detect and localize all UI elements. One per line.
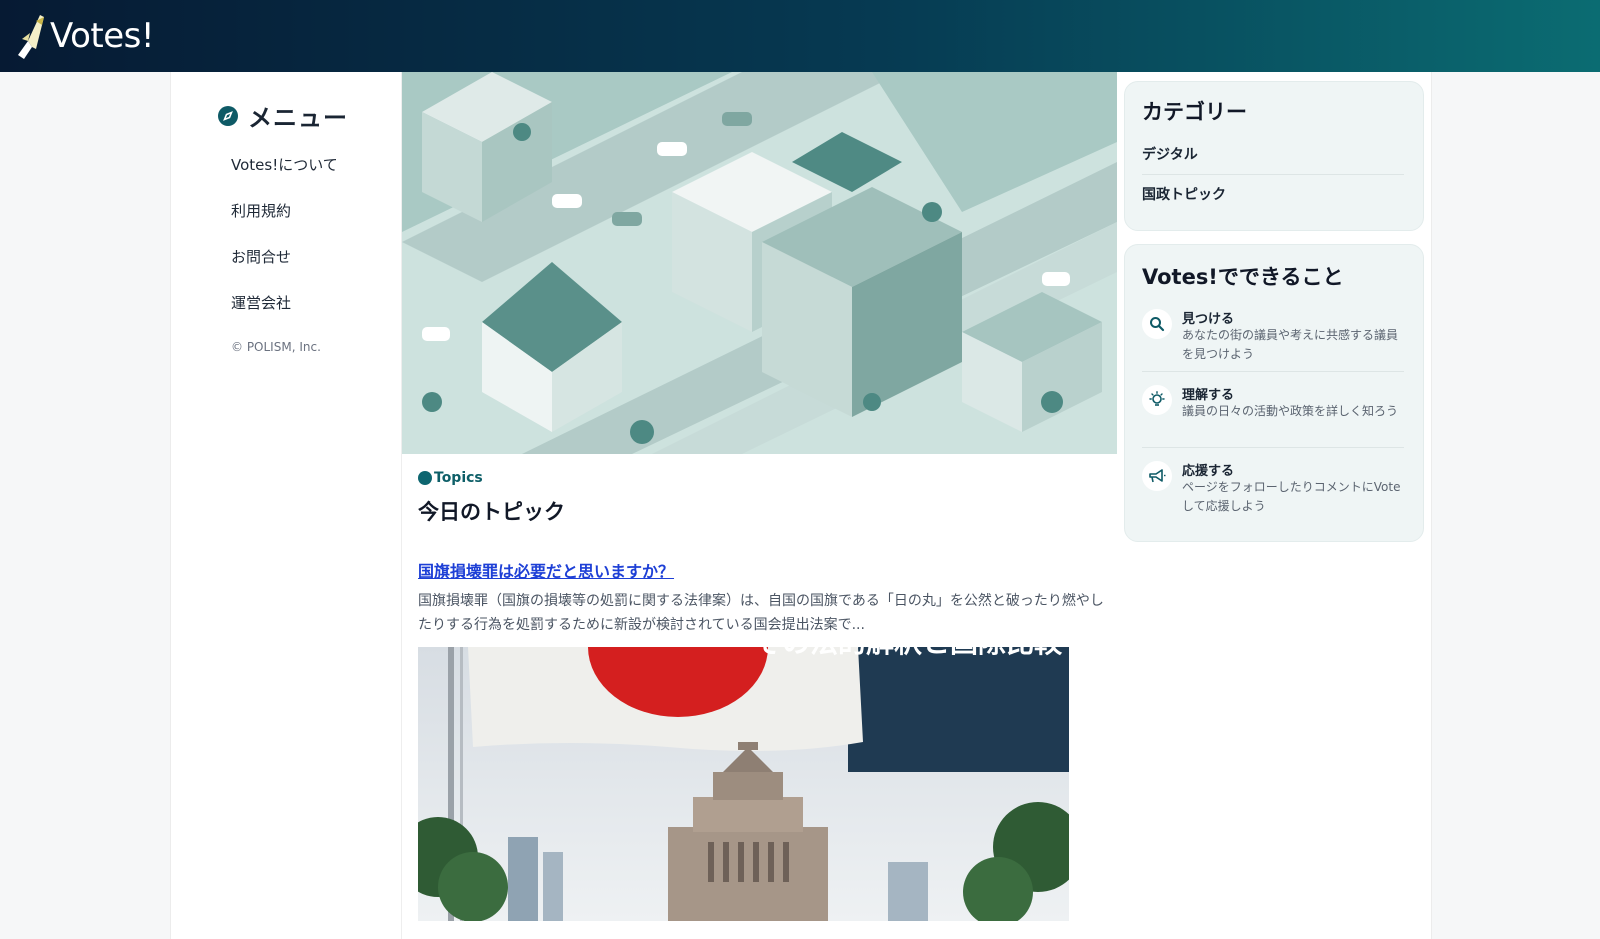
article-thumbnail[interactable]: その法的解釈と国際比較 — [418, 647, 1069, 921]
feature-support-title: 応援する — [1182, 464, 1235, 479]
menu-title: メニュー — [248, 104, 348, 132]
feature-divider — [1142, 447, 1404, 448]
category-item-national-politics[interactable]: 国政トピック — [1142, 184, 1404, 204]
category-card: カテゴリー デジタル 国政トピック — [1124, 81, 1424, 231]
category-item-digital[interactable]: デジタル — [1142, 144, 1404, 164]
topics-dot-icon — [418, 471, 432, 485]
feature-understand-desc: 議員の日々の活動や政策を詳しく知ろう — [1182, 404, 1399, 418]
features-card: Votes!でできること 見つける あなたの街の議員や考えに共感する議員を見つけ… — [1124, 244, 1424, 542]
top-header: Votes! — [0, 0, 1600, 72]
article-snippet: 国旗損壊罪（国旗の損壊等の処罰に関する法律案）は、自国の国旗である「日の丸」を公… — [418, 593, 1104, 633]
logo-text: Votes! — [50, 16, 155, 56]
feature-find-title: 見つける — [1182, 312, 1235, 327]
category-title: カテゴリー — [1142, 100, 1247, 124]
menu-heading: メニュー — [218, 98, 348, 133]
copyright-text: © POLISM, Inc. — [231, 340, 321, 354]
feature-find-desc: あなたの街の議員や考えに共感する議員を見つけよう — [1182, 328, 1399, 361]
search-icon — [1142, 309, 1172, 339]
feature-understand-title: 理解する — [1182, 388, 1235, 403]
feature-support-desc: ページをフォローしたりコメントにVoteして応援しよう — [1182, 480, 1401, 513]
compass-icon — [218, 105, 238, 126]
site-logo[interactable]: Votes! — [14, 10, 155, 62]
menu-item-company[interactable]: 運営会社 — [231, 292, 291, 313]
megaphone-icon — [1142, 461, 1172, 491]
topics-label: Topics — [418, 470, 483, 486]
feature-divider — [1142, 371, 1404, 372]
menu-item-about[interactable]: Votes!について — [231, 154, 338, 175]
menu-item-terms[interactable]: 利用規約 — [231, 200, 291, 221]
category-divider — [1142, 174, 1404, 175]
features-title: Votes!でできること — [1142, 265, 1344, 289]
votes-logo-icon — [18, 15, 44, 59]
topics-label-text: Topics — [434, 470, 483, 486]
left-menu: メニュー Votes!について 利用規約 お問合せ 運営会社 © POLISM,… — [170, 72, 402, 939]
article-title-link[interactable]: 国旗損壊罪は必要だと思いますか？ — [418, 558, 674, 582]
hero-city-illustration — [402, 72, 1117, 454]
thumbnail-caption: その法的解釈と国際比較 — [754, 647, 1063, 659]
menu-item-contact[interactable]: お問合せ — [231, 246, 291, 267]
lightbulb-icon — [1142, 385, 1172, 415]
section-title: 今日のトピック — [418, 500, 565, 524]
